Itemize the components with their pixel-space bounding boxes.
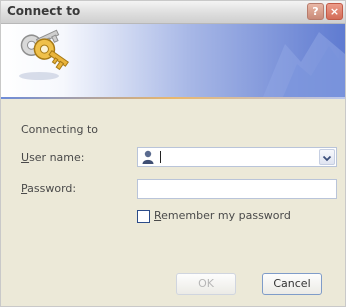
chevron-down-icon bbox=[322, 155, 332, 162]
remember-password-label[interactable]: Remember my password bbox=[154, 209, 291, 222]
connecting-to-label: Connecting to bbox=[21, 123, 99, 136]
ok-button[interactable]: OK bbox=[176, 273, 236, 295]
password-field[interactable] bbox=[137, 179, 337, 199]
user-name-mnemonic: U bbox=[21, 151, 30, 164]
user-name-dropdown-button[interactable] bbox=[319, 149, 335, 165]
password-label-text: assword: bbox=[27, 182, 77, 195]
help-button[interactable]: ? bbox=[307, 3, 324, 20]
banner-stripe bbox=[1, 97, 345, 99]
cancel-button[interactable]: Cancel bbox=[262, 273, 322, 295]
dialog-banner bbox=[1, 24, 345, 99]
remember-label-text: emember my password bbox=[161, 209, 291, 222]
user-icon bbox=[142, 150, 154, 164]
remember-password-checkbox[interactable] bbox=[137, 210, 150, 223]
title-bar[interactable]: Connect to ? × bbox=[1, 1, 345, 24]
connect-dialog: Connect to ? × Connecting to User name: … bbox=[0, 0, 346, 307]
user-name-combobox[interactable] bbox=[137, 147, 337, 167]
close-button[interactable]: × bbox=[326, 3, 343, 20]
password-label: Password: bbox=[21, 182, 76, 195]
dialog-title: Connect to bbox=[7, 4, 81, 18]
user-name-label-text: ser name: bbox=[29, 151, 85, 164]
keys-icon bbox=[19, 29, 69, 80]
user-name-label: User name: bbox=[21, 151, 84, 164]
banner-decoration bbox=[263, 32, 345, 97]
text-caret bbox=[160, 151, 161, 163]
